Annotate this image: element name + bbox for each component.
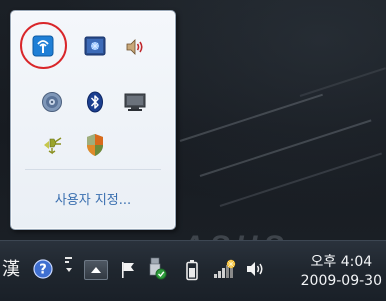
popup-divider <box>25 169 161 170</box>
speaker-volume-icon[interactable] <box>123 35 147 59</box>
customize-link[interactable]: 사용자 지정... <box>11 189 175 208</box>
safely-remove-hardware-icon[interactable] <box>146 256 168 282</box>
disc-drive-icon[interactable] <box>40 90 64 114</box>
show-hidden-icons-button[interactable] <box>84 260 108 280</box>
clock-time: 오후 4:04 <box>310 254 373 270</box>
ime-hanja-indicator[interactable]: 漢 <box>2 255 20 281</box>
clock-date: 2009-09-30 <box>300 273 382 289</box>
wallpaper-streak <box>299 67 386 97</box>
security-shield-icon[interactable] <box>83 133 107 157</box>
bluetooth-icon[interactable] <box>83 90 107 114</box>
volume-icon[interactable] <box>245 259 265 279</box>
ime-options-icon[interactable] <box>62 253 76 275</box>
ime-pad-icon[interactable]: ? <box>32 258 54 280</box>
action-center-flag-icon[interactable] <box>118 259 138 281</box>
highlight-circle <box>20 22 67 69</box>
network-signal-icon[interactable] <box>212 258 238 280</box>
display-settings-icon[interactable] <box>83 34 107 58</box>
taskbar: 漢 ? 오후 4:04 2009-09-30 <box>0 240 386 301</box>
display-monitor-icon[interactable] <box>123 90 147 114</box>
taskbar-clock[interactable]: 오후 4:04 2009-09-30 <box>301 253 382 291</box>
power-plug-icon[interactable] <box>40 133 64 157</box>
wallpaper-streak <box>179 93 323 142</box>
notification-area-overflow-popup: 사용자 지정... <box>10 10 176 230</box>
svg-text:?: ? <box>39 263 47 278</box>
battery-icon[interactable] <box>184 258 200 282</box>
wallpaper-streak <box>199 119 372 177</box>
